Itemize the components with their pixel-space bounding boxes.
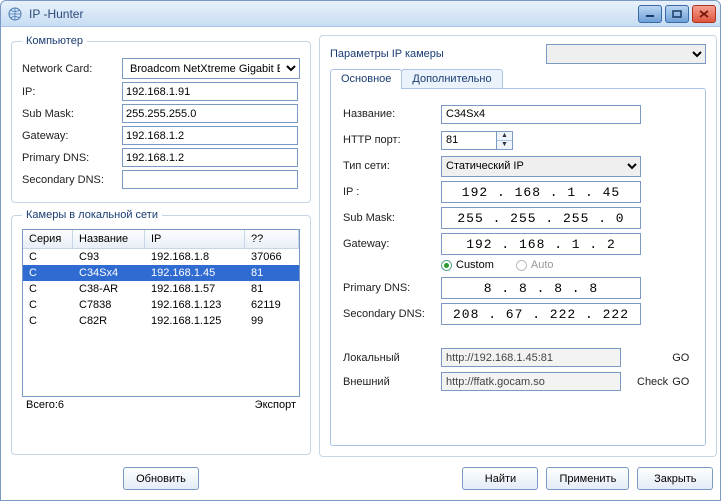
radio-auto: Auto <box>516 259 554 271</box>
minimize-button[interactable] <box>638 5 662 23</box>
titlebar: IP -Hunter <box>1 1 720 27</box>
ip-label: IP: <box>22 86 122 98</box>
param-http-port-spinner[interactable]: ▲▼ <box>497 131 513 150</box>
cameras-list[interactable]: Серия Название IP ?? CC93192.168.1.83706… <box>22 229 300 397</box>
local-url-input[interactable] <box>441 348 621 367</box>
external-url-input[interactable] <box>441 372 621 391</box>
param-ip-input[interactable]: 192 . 168 . 1 . 45 <box>441 181 641 203</box>
radio-off-icon <box>516 260 527 271</box>
spinner-up-icon: ▲ <box>497 132 512 141</box>
sdns-label: Secondary DNS: <box>22 174 122 186</box>
export-link[interactable]: Экспорт <box>255 399 296 411</box>
maximize-button[interactable] <box>665 5 689 23</box>
param-gateway-label: Gateway: <box>343 238 441 250</box>
radio-custom[interactable]: Custom <box>441 259 494 271</box>
param-http-port-input[interactable] <box>441 131 497 150</box>
tab-panel-basic: Название: HTTP порт: ▲▼ Тип сети: Статич… <box>330 88 706 446</box>
tab-advanced[interactable]: Дополнительно <box>401 69 502 89</box>
radio-on-icon <box>441 260 452 271</box>
col-ip[interactable]: IP <box>145 230 245 248</box>
computer-group: Компьютер Network Card: Broadcom NetXtre… <box>11 35 311 203</box>
external-url-label: Внешний <box>343 376 441 388</box>
pdns-label: Primary DNS: <box>22 152 122 164</box>
window-title: IP -Hunter <box>29 7 83 21</box>
params-camera-select[interactable] <box>546 44 706 64</box>
col-unk[interactable]: ?? <box>245 230 299 248</box>
param-nettype-label: Тип сети: <box>343 160 441 172</box>
close-window-button[interactable] <box>692 5 716 23</box>
local-url-label: Локальный <box>343 352 441 364</box>
app-icon <box>7 6 23 22</box>
param-submask-label: Sub Mask: <box>343 212 441 224</box>
network-card-select[interactable]: Broadcom NetXtreme Gigabit Ethe <box>122 58 300 79</box>
cameras-legend: Камеры в локальной сети <box>22 209 162 221</box>
param-sdns-label: Secondary DNS: <box>343 308 441 320</box>
col-name[interactable]: Название <box>73 230 145 248</box>
params-legend: Параметры IP камеры <box>330 48 444 60</box>
cameras-group: Камеры в локальной сети Серия Название I… <box>11 209 311 455</box>
network-card-label: Network Card: <box>22 63 122 75</box>
local-go-link[interactable]: GO <box>668 352 693 364</box>
col-serial[interactable]: Серия <box>23 230 73 248</box>
param-nettype-select[interactable]: Статический IP <box>441 156 641 177</box>
submask-input[interactable] <box>122 104 298 123</box>
param-gateway-input[interactable]: 192 . 168 . 1 . 2 <box>441 233 641 255</box>
param-http-port-label: HTTP порт: <box>343 134 441 146</box>
submask-label: Sub Mask: <box>22 108 122 120</box>
table-row[interactable]: CC38-AR192.168.1.5781 <box>23 281 299 297</box>
param-name-label: Название: <box>343 108 441 120</box>
params-group: Параметры IP камеры Основное Дополнитель… <box>319 35 717 457</box>
tab-basic[interactable]: Основное <box>330 69 402 89</box>
param-pdns-input[interactable]: 8 . 8 . 8 . 8 <box>441 277 641 299</box>
param-pdns-label: Primary DNS: <box>343 282 441 294</box>
ip-input[interactable] <box>122 82 298 101</box>
pdns-input[interactable] <box>122 148 298 167</box>
refresh-button[interactable]: Обновить <box>123 467 199 490</box>
spinner-down-icon: ▼ <box>497 141 512 149</box>
param-name-input[interactable] <box>441 105 641 124</box>
apply-button[interactable]: Применить <box>546 467 629 490</box>
table-row[interactable]: CC82R192.168.1.12599 <box>23 313 299 329</box>
external-check-link[interactable]: Check <box>637 376 668 388</box>
table-row[interactable]: CC93192.168.1.837066 <box>23 249 299 265</box>
close-button[interactable]: Закрыть <box>637 467 713 490</box>
computer-legend: Компьютер <box>22 35 87 47</box>
param-sdns-input[interactable]: 208 . 67 . 222 . 222 <box>441 303 641 325</box>
param-ip-label: IP : <box>343 186 441 198</box>
total-label: Всего:6 <box>26 399 64 411</box>
cameras-list-header: Серия Название IP ?? <box>23 230 299 249</box>
external-go-link[interactable]: GO <box>668 376 693 388</box>
sdns-input[interactable] <box>122 170 298 189</box>
gateway-label: Gateway: <box>22 130 122 142</box>
table-row[interactable]: CC34Sx4192.168.1.4581 <box>23 265 299 281</box>
param-submask-input[interactable]: 255 . 255 . 255 . 0 <box>441 207 641 229</box>
find-button[interactable]: Найти <box>462 467 538 490</box>
gateway-input[interactable] <box>122 126 298 145</box>
table-row[interactable]: CC7838192.168.1.12362119 <box>23 297 299 313</box>
